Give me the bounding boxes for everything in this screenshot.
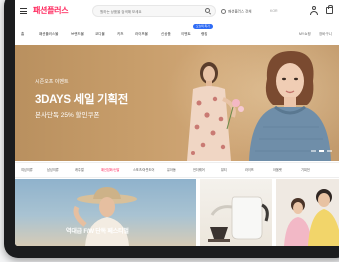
pager-dot-active[interactable] — [319, 150, 324, 152]
location-selector[interactable]: 패션플러스 전체 — [221, 9, 252, 14]
promo-tile-festival[interactable]: 역대급 F/W 단독 페스티벌 — [15, 179, 196, 246]
nav-item-ranking[interactable]: 랭킹 — [201, 32, 207, 37]
nav-item-event[interactable]: 이벤트 — [181, 32, 191, 37]
hero-title: 3DAYS 세일 기획전 — [35, 94, 128, 106]
nav-item-new[interactable]: 신상품 — [161, 32, 171, 37]
search-icon[interactable] — [205, 8, 210, 13]
hero-banner[interactable]: 시즌오프 이벤트 3DAYS 세일 기획전 본사단독 25% 할인쿠폰 — [15, 45, 339, 161]
category-tabs: 여성의류 남성의류 캐주얼 패션잡화/신발 스포츠/아웃도어 유아동 언더웨어 … — [15, 162, 339, 178]
category-tab[interactable]: 유아동 — [167, 167, 176, 172]
user-icon[interactable] — [310, 6, 318, 15]
pager-dot[interactable] — [311, 150, 316, 152]
nav-badge: 오늘의 특가 — [193, 24, 213, 29]
location-label: 패션플러스 전체 — [228, 9, 252, 14]
tablet-device: 패션플러스 패션플러스 전체 KOR 홈 패션플러스몰 브랜드몰 코디몰 키즈 … — [4, 0, 339, 258]
tablet-screen: 패션플러스 패션플러스 전체 KOR 홈 패션플러스몰 브랜드몰 코디몰 키즈 … — [15, 0, 339, 246]
category-tab[interactable]: 아울렛 — [273, 167, 282, 172]
hero-pager[interactable] — [311, 149, 339, 155]
category-tab-active[interactable]: 패션잡화/신발 — [101, 167, 119, 172]
nav-item-codi-mall[interactable]: 코디몰 — [95, 32, 105, 37]
category-tab[interactable]: 기획전 — [301, 167, 310, 172]
nav-item-home[interactable]: 홈 — [21, 32, 24, 37]
nav-item-kids[interactable]: 키즈 — [117, 32, 123, 37]
nav-item-fashionplus-mall[interactable]: 패션플러스몰 — [39, 32, 58, 37]
category-tab[interactable]: 여성의류 — [21, 167, 33, 172]
hero-model-image-left — [187, 62, 244, 161]
hero-subtitle: 시즌오프 이벤트 — [35, 79, 69, 85]
site-logo[interactable]: 패션플러스 — [33, 5, 69, 16]
hero-model-image-right — [249, 51, 331, 161]
scene: 패션플러스 패션플러스 전체 KOR 홈 패션플러스몰 브랜드몰 코디몰 키즈 … — [0, 0, 339, 262]
search-input[interactable] — [100, 7, 195, 16]
nav-item-cart[interactable]: 장바구니 — [319, 32, 332, 37]
promo-kettle-image — [208, 196, 269, 242]
category-tab[interactable]: 뷰티 — [221, 167, 227, 172]
promo-tile-caption: 역대급 F/W 단독 페스티벌 — [66, 229, 129, 235]
main-nav: 홈 패션플러스몰 브랜드몰 코디몰 키즈 라이프몰 신상품 이벤트 랭킹 MY쇼… — [15, 29, 339, 43]
category-tab[interactable]: 언더웨어 — [193, 167, 205, 172]
category-tab[interactable]: 스포츠/아웃도어 — [133, 167, 154, 172]
cart-icon[interactable] — [326, 5, 333, 14]
promo-family-image — [284, 189, 339, 246]
promo-model-hat-image — [73, 187, 137, 246]
promo-tile-family[interactable] — [276, 179, 339, 246]
language-selector[interactable]: KOR — [270, 9, 278, 13]
category-tab[interactable]: 라이프 — [245, 167, 254, 172]
nav-item-life-mall[interactable]: 라이프몰 — [135, 32, 148, 37]
pager-dot[interactable] — [327, 150, 332, 152]
nav-item-brand-mall[interactable]: 브랜드몰 — [71, 32, 84, 37]
category-tab[interactable]: 캐주얼 — [75, 167, 84, 172]
search-bar[interactable] — [92, 5, 216, 17]
site-header: 패션플러스 패션플러스 전체 KOR — [15, 0, 339, 28]
nav-item-my-shopping[interactable]: MY쇼핑 — [299, 32, 311, 37]
promo-tile-living[interactable] — [200, 179, 272, 246]
hero-description: 본사단독 25% 할인쿠폰 — [35, 112, 100, 119]
menu-icon[interactable] — [20, 8, 27, 14]
category-tab[interactable]: 남성의류 — [47, 167, 59, 172]
location-icon — [221, 9, 226, 14]
